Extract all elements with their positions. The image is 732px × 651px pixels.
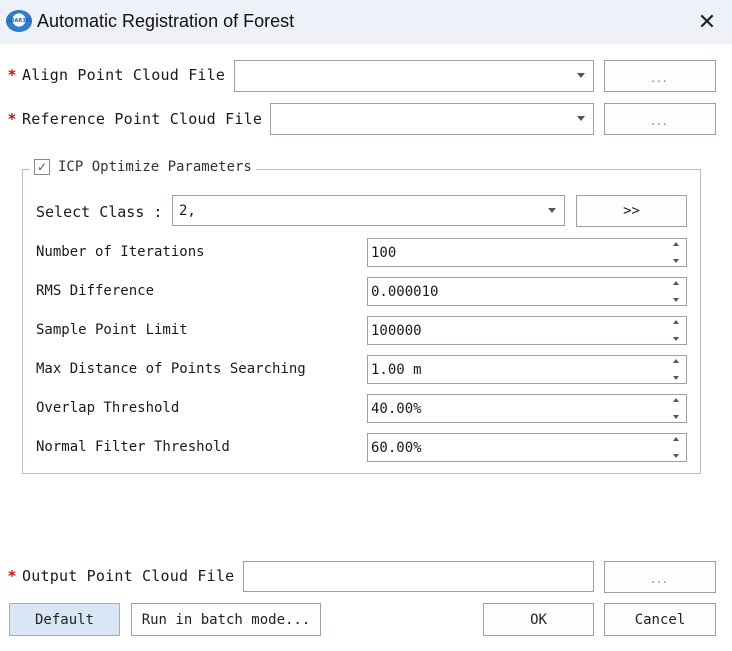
run-batch-mode-button[interactable]: Run in batch mode... (131, 603, 321, 636)
select-class-value: 2, (179, 202, 196, 219)
output-file-browse-button[interactable]: ... (604, 561, 716, 593)
output-file-label: Output Point Cloud File (22, 567, 235, 585)
spin-arrows-icon[interactable] (670, 398, 682, 419)
window-title: Automatic Registration of Forest (37, 11, 295, 31)
output-file-input[interactable] (243, 561, 594, 592)
required-marker: * (8, 567, 17, 585)
overlap-threshold-value: 40.00% (371, 400, 422, 417)
param-label-rms: RMS Difference (36, 283, 155, 299)
align-file-browse-button[interactable]: ... (604, 60, 716, 92)
param-label-overlap: Overlap Threshold (36, 400, 180, 416)
normal-filter-threshold-value: 60.00% (371, 439, 422, 456)
param-label-sample-limit: Sample Point Limit (36, 322, 188, 338)
sample-point-limit-value: 100000 (371, 322, 422, 339)
spin-arrows-icon[interactable] (670, 242, 682, 263)
select-class-button[interactable]: >> (576, 195, 687, 227)
app-logo-icon: LIDAR360 (6, 10, 32, 32)
ok-button[interactable]: OK (483, 603, 594, 636)
chevron-down-icon[interactable] (577, 116, 585, 121)
sample-point-limit-spinbox[interactable]: 100000 (367, 316, 687, 345)
default-button[interactable]: Default (9, 603, 120, 636)
param-label-normal-filter: Normal Filter Threshold (36, 439, 230, 455)
spin-arrows-icon[interactable] (670, 437, 682, 458)
spin-arrows-icon[interactable] (670, 320, 682, 341)
max-distance-spinbox[interactable]: 1.00 m (367, 355, 687, 384)
align-file-label: Align Point Cloud File (22, 66, 226, 84)
reference-file-combo[interactable] (270, 103, 594, 135)
iterations-spinbox[interactable]: 100 (367, 238, 687, 267)
select-class-combo[interactable]: 2, (172, 195, 565, 226)
reference-file-label-row: * Reference Point Cloud File (8, 110, 262, 128)
close-icon[interactable]: ✕ (690, 6, 724, 38)
cancel-button[interactable]: Cancel (604, 603, 716, 636)
icp-enable-checkbox[interactable]: ✓ (34, 159, 50, 175)
rms-difference-value: 0.000010 (371, 283, 439, 300)
spin-arrows-icon[interactable] (670, 359, 682, 380)
required-marker: * (8, 110, 17, 128)
normal-filter-threshold-spinbox[interactable]: 60.00% (367, 433, 687, 462)
chevron-down-icon[interactable] (577, 73, 585, 78)
required-marker: * (8, 66, 17, 84)
overlap-threshold-spinbox[interactable]: 40.00% (367, 394, 687, 423)
spin-arrows-icon[interactable] (670, 281, 682, 302)
chevron-down-icon[interactable] (548, 208, 556, 213)
rms-difference-spinbox[interactable]: 0.000010 (367, 277, 687, 306)
align-file-label-row: * Align Point Cloud File (8, 66, 225, 84)
reference-file-browse-button[interactable]: ... (604, 103, 716, 135)
iterations-value: 100 (371, 244, 397, 261)
reference-file-label: Reference Point Cloud File (22, 110, 263, 128)
param-label-iterations: Number of Iterations (36, 244, 205, 260)
title-bar: LIDAR360 Automatic Registration of Fores… (0, 0, 732, 44)
output-file-label-row: * Output Point Cloud File (8, 567, 234, 585)
param-label-max-distance: Max Distance of Points Searching (36, 361, 306, 377)
max-distance-value: 1.00 m (371, 361, 422, 378)
align-file-combo[interactable] (234, 60, 594, 92)
select-class-label: Select Class : (36, 203, 163, 221)
icp-group-title: ICP Optimize Parameters (58, 159, 252, 175)
icp-group-header[interactable]: ✓ ICP Optimize Parameters (30, 159, 256, 175)
